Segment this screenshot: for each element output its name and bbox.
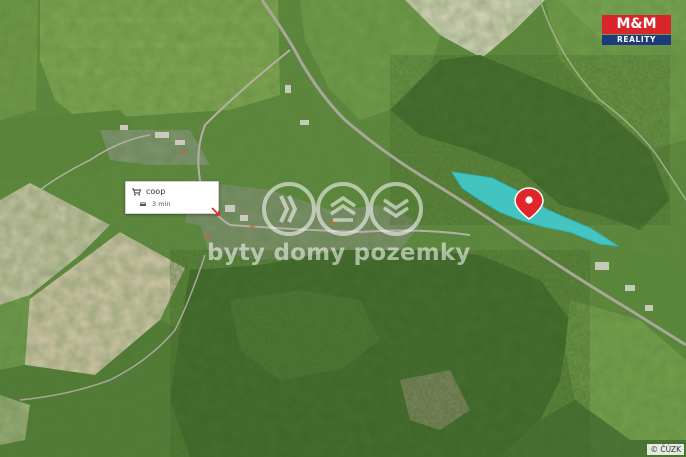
car-icon	[140, 202, 146, 206]
map-view[interactable]: coop 3 min byty domy pozemky M&M REALITY…	[0, 0, 686, 457]
watermark-text: byty domy pozemky	[207, 240, 471, 266]
satellite-imagery	[0, 0, 686, 457]
logo-mark: M&M	[602, 15, 671, 34]
poi-pointer-arrow-icon	[211, 207, 220, 216]
poi-name: coop	[146, 187, 166, 196]
logo-wordmark: REALITY	[602, 35, 671, 45]
poi-travel-row: 3 min	[139, 200, 170, 208]
poi-travel-time: 3 min	[152, 200, 171, 208]
poi-name-row: coop	[132, 187, 165, 196]
shopping-cart-icon	[132, 188, 141, 196]
map-attribution[interactable]: © ČÚZK	[647, 444, 684, 455]
poi-callout[interactable]: coop 3 min	[125, 181, 219, 214]
brand-logo: M&M REALITY	[602, 15, 671, 45]
